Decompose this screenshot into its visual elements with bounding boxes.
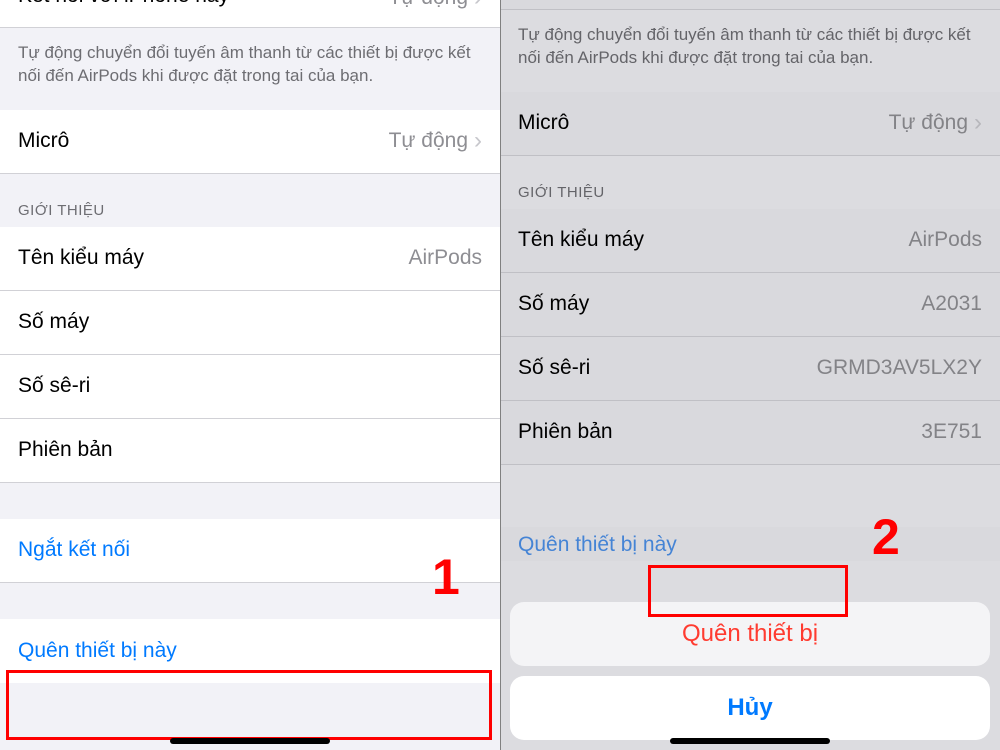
- forget-device-button[interactable]: Quên thiết bị: [510, 602, 990, 666]
- action-sheet: Quên thiết bị Hủy: [500, 602, 1000, 750]
- about-section-header: GIỚI THIỆU: [500, 156, 1000, 209]
- connect-row[interactable]: Kết nối với iPhone này Tự động ›: [0, 0, 500, 28]
- serial-label: Số sê-ri: [518, 356, 590, 380]
- version-label: Phiên bản: [18, 438, 113, 462]
- model-number-label: Số máy: [518, 292, 589, 316]
- version-row: Phiên bản: [0, 419, 500, 483]
- model-name-label: Tên kiểu máy: [518, 228, 644, 252]
- home-indicator-icon: [170, 738, 330, 744]
- model-name-label: Tên kiểu máy: [18, 246, 144, 270]
- version-label: Phiên bản: [518, 420, 613, 444]
- forget-device-text: Quên thiết bị: [682, 620, 818, 647]
- forget-device-row-partial: Quên thiết bị này: [500, 527, 1000, 561]
- screenshot-step-1: Kết nối với iPhone này Tự động › Tự động…: [0, 0, 500, 750]
- chevron-right-icon: ›: [474, 0, 482, 12]
- microphone-label: Micrô: [518, 111, 569, 135]
- auto-switch-footer: Tự động chuyển đổi tuyến âm thanh từ các…: [0, 28, 500, 110]
- microphone-value: Tự động: [889, 111, 968, 135]
- microphone-row[interactable]: Micrô Tự động ›: [0, 110, 500, 174]
- pane-divider: [500, 0, 501, 750]
- cancel-text: Hủy: [727, 694, 772, 721]
- version-value: 3E751: [921, 420, 982, 444]
- microphone-row[interactable]: Micrô Tự động ›: [500, 92, 1000, 156]
- serial-row: Số sê-ri: [0, 355, 500, 419]
- about-section-header: GIỚI THIỆU: [0, 174, 500, 227]
- auto-switch-footer: Tự động chuyển đổi tuyến âm thanh từ các…: [500, 10, 1000, 92]
- forget-device-label: Quên thiết bị này: [18, 639, 177, 663]
- microphone-value: Tự động: [389, 129, 468, 153]
- disconnect-label: Ngắt kết nối: [18, 538, 130, 562]
- disconnect-row[interactable]: Ngắt kết nối: [0, 519, 500, 583]
- model-name-value: AirPods: [408, 246, 482, 270]
- connect-label: Kết nối với iPhone này: [18, 0, 229, 8]
- serial-value: GRMD3AV5LX2Y: [817, 356, 982, 380]
- chevron-right-icon: ›: [974, 109, 982, 137]
- model-name-value: AirPods: [908, 228, 982, 252]
- screenshot-step-2: Tự động chuyển đổi tuyến âm thanh từ các…: [500, 0, 1000, 750]
- model-number-row: Số máy: [0, 291, 500, 355]
- cancel-button[interactable]: Hủy: [510, 676, 990, 740]
- model-name-row: Tên kiểu máy AirPods: [0, 227, 500, 291]
- chevron-right-icon: ›: [474, 127, 482, 155]
- forget-device-row[interactable]: Quên thiết bị này: [0, 619, 500, 683]
- serial-row: Số sê-ri GRMD3AV5LX2Y: [500, 337, 1000, 401]
- home-indicator-icon: [670, 738, 830, 744]
- model-number-value: A2031: [921, 292, 982, 316]
- model-number-label: Số máy: [18, 310, 89, 334]
- microphone-label: Micrô: [18, 129, 69, 153]
- connect-value: Tự động: [389, 0, 468, 10]
- model-number-row: Số máy A2031: [500, 273, 1000, 337]
- model-name-row: Tên kiểu máy AirPods: [500, 209, 1000, 273]
- version-row: Phiên bản 3E751: [500, 401, 1000, 465]
- serial-label: Số sê-ri: [18, 374, 90, 398]
